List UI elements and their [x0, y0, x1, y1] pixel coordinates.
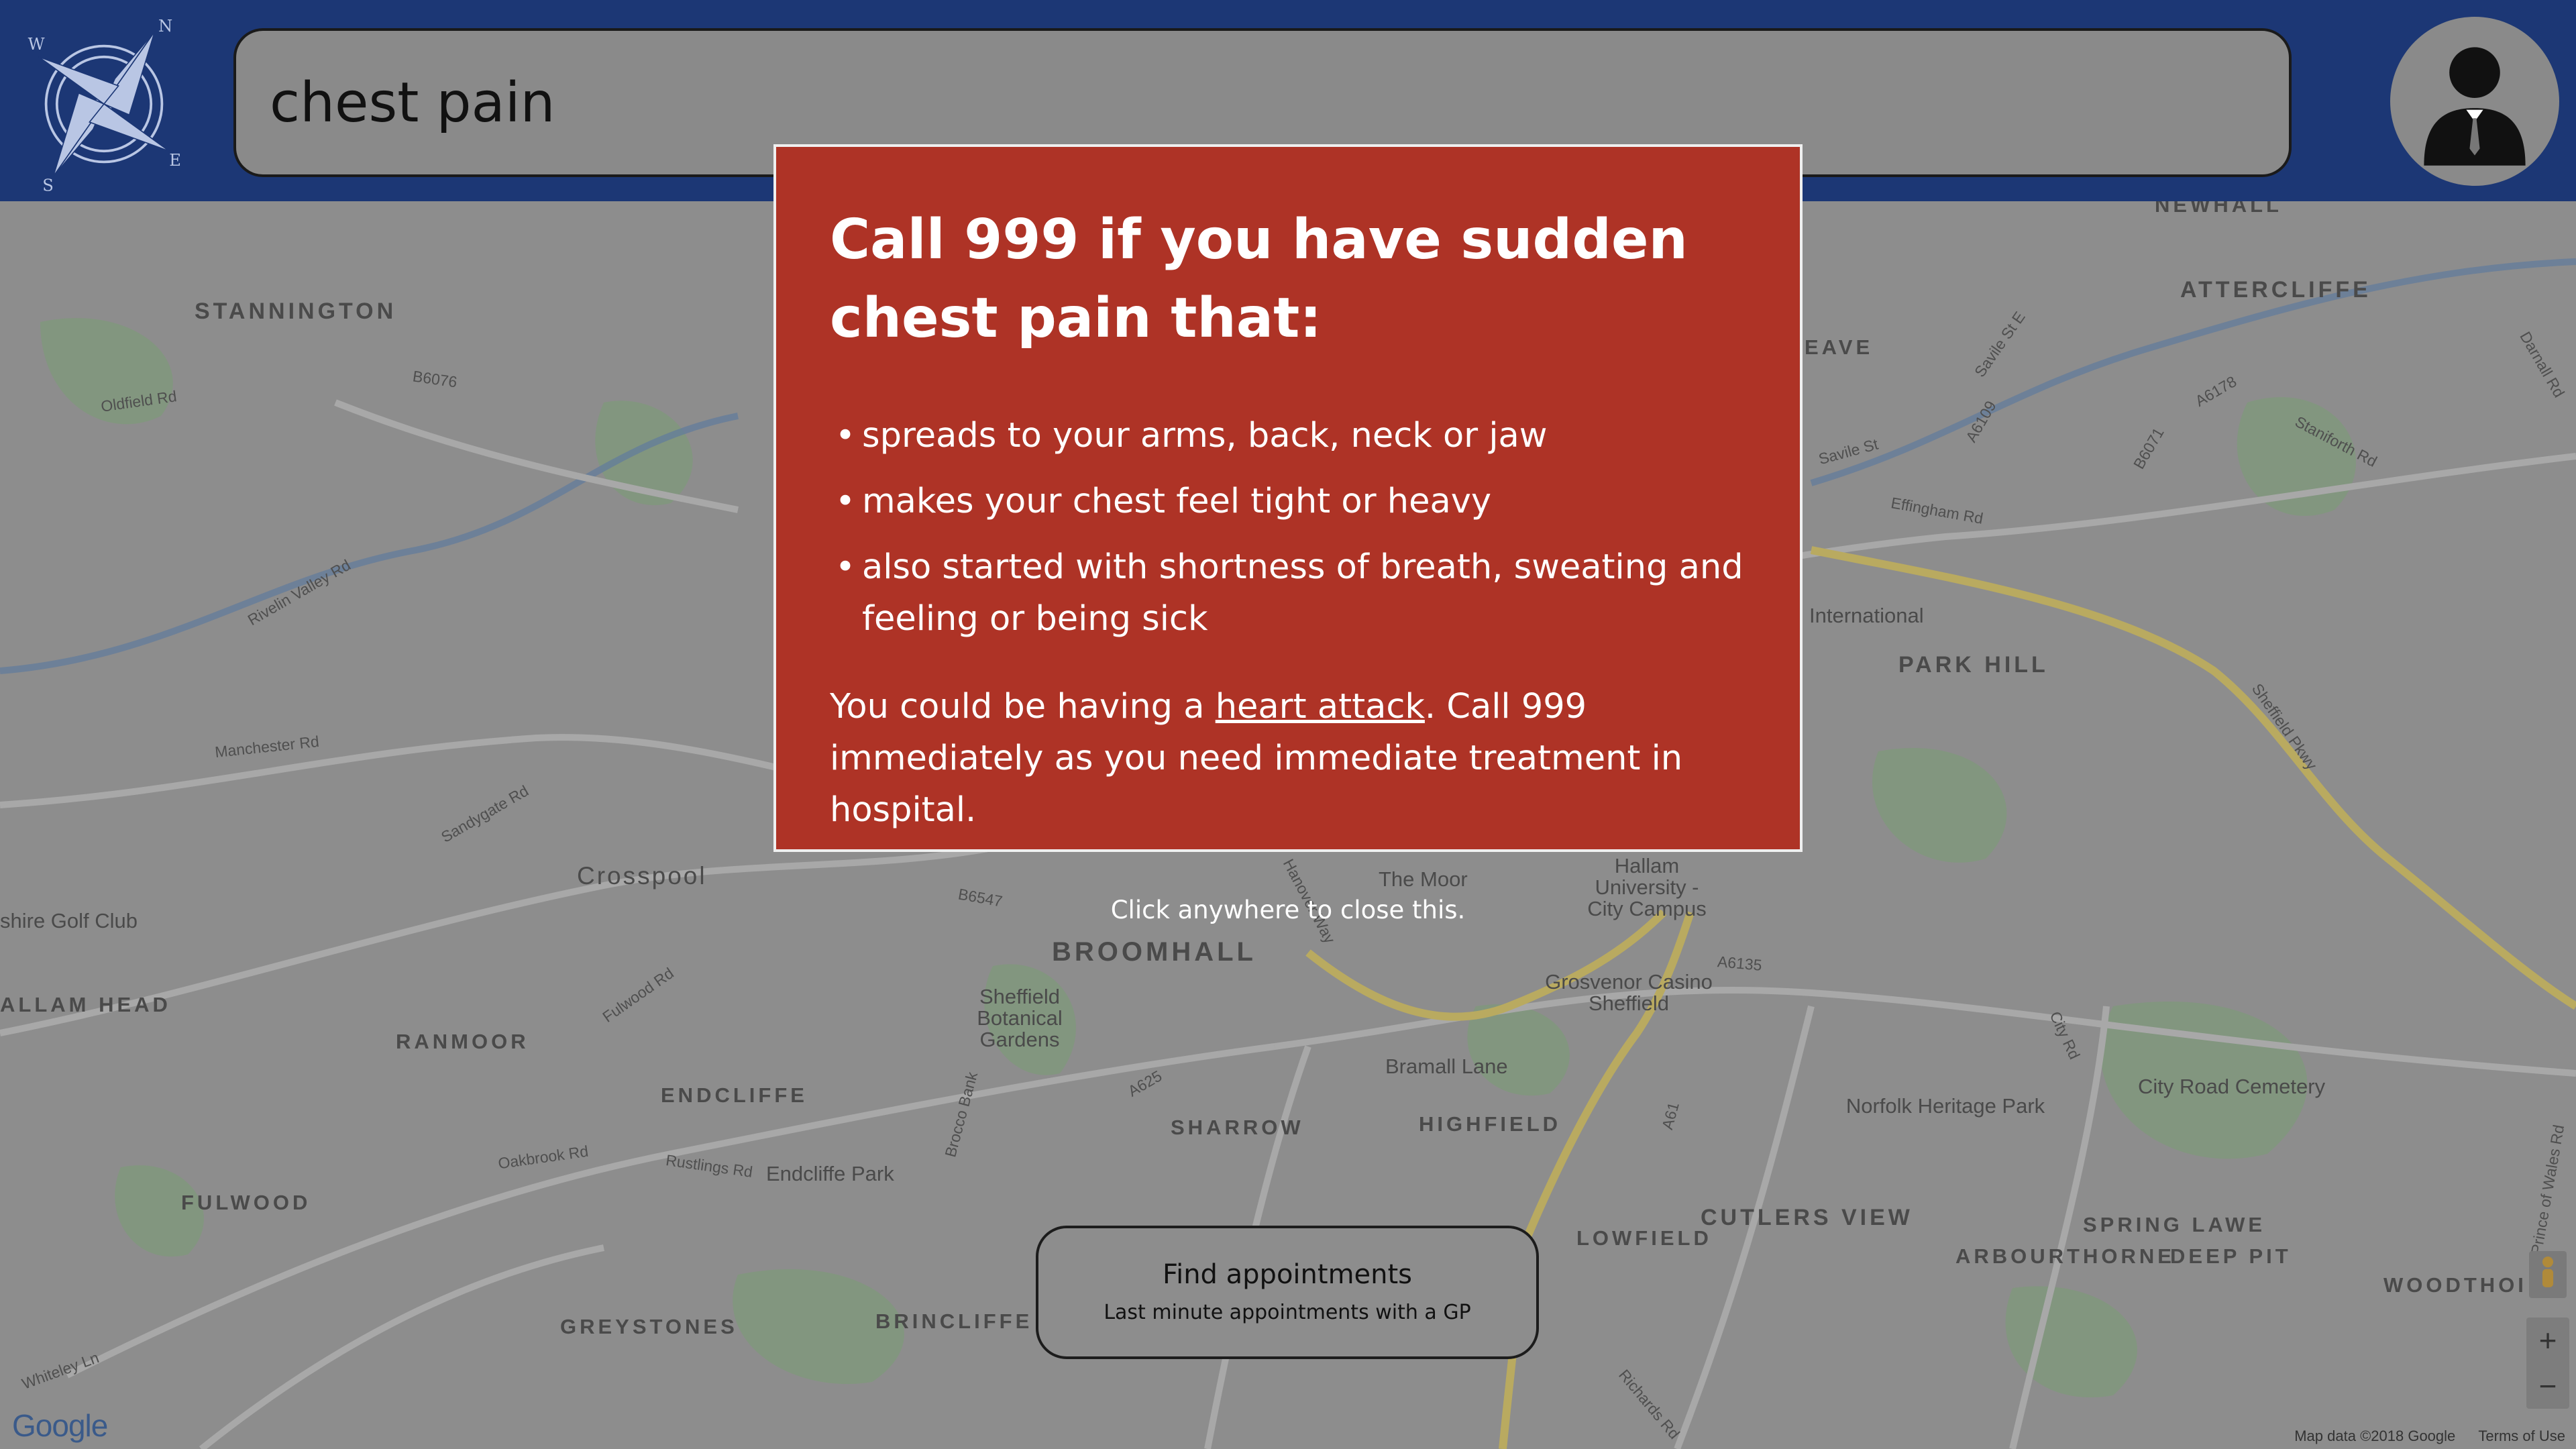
map-place-label: shire Golf Club — [0, 909, 138, 932]
map-area-label: SPRING LAWE — [2083, 1213, 2266, 1236]
map-place-label: Grosvenor Casino Sheffield — [1545, 970, 1713, 1015]
map-area-label: GREYSTONES — [560, 1315, 738, 1338]
map-place-label: Norfolk Heritage Park — [1845, 1094, 2045, 1118]
map-area-label: ATTERCLIFFE — [2180, 277, 2371, 303]
svg-text:W: W — [28, 34, 45, 54]
compass-logo-icon[interactable]: W N E S — [13, 13, 195, 195]
terms-of-use-link[interactable]: Terms of Use — [2478, 1428, 2565, 1444]
map-area-label: SHARROW — [1171, 1116, 1304, 1139]
map-place-label: City Road Cemetery — [2138, 1075, 2326, 1098]
close-hint: Click anywhere to close this. — [1110, 896, 1466, 924]
find-appointments-title: Find appointments — [1162, 1259, 1413, 1290]
map-area-label: ARBOURTHORNE — [1955, 1244, 2175, 1268]
map-area-label: PARK HILL — [1898, 652, 2049, 678]
map-area-label: BROOMHALL — [1052, 937, 1256, 967]
map-area-label: FULWOOD — [181, 1191, 311, 1214]
svg-text:E: E — [169, 150, 181, 170]
map-road-label: A6135 — [1717, 953, 1763, 974]
svg-text:S: S — [42, 176, 54, 195]
find-appointments-subtitle: Last minute appointments with a GP — [1104, 1301, 1471, 1324]
map-area-label: WOODTHOI — [2383, 1273, 2527, 1297]
alert-symptom-item: spreads to your arms, back, neck or jaw — [830, 410, 1746, 462]
map-area-label: Crosspool — [577, 862, 707, 890]
svg-text:N: N — [158, 16, 172, 36]
map-attribution: Map data ©2018 Google Terms of Use — [2275, 1428, 2565, 1445]
map-area-label: LOWFIELD — [1576, 1226, 1712, 1250]
map-place-label: International — [1809, 604, 1924, 627]
user-avatar-icon[interactable] — [2390, 17, 2559, 186]
alert-title: Call 999 if you have sudden chest pain t… — [830, 208, 1688, 350]
google-logo-text: Google — [12, 1408, 108, 1443]
alert-symptom-list: spreads to your arms, back, neck or jaw … — [830, 410, 1746, 645]
map-place-label: Bramall Lane — [1385, 1055, 1508, 1078]
map-area-label: BRINCLIFFE — [875, 1309, 1033, 1333]
alert-advice-text: You could be having a — [830, 687, 1216, 727]
zoom-out-button[interactable]: − — [2526, 1363, 2569, 1409]
map-place-label: The Moor — [1379, 867, 1468, 891]
alert-advice: You could be having a heart attack. Call… — [830, 681, 1746, 836]
map-data-credit: Map data ©2018 Google — [2294, 1428, 2456, 1444]
map-area-label: ENDCLIFFE — [661, 1083, 808, 1107]
alert-symptom-item: also started with shortness of breath, s… — [830, 541, 1746, 645]
alert-symptom-item: makes your chest feel tight or heavy — [830, 476, 1746, 527]
google-logo: Google — [12, 1407, 108, 1444]
find-appointments-button[interactable]: Find appointments Last minute appointmen… — [1036, 1226, 1539, 1359]
map-place-label: Sheffield Botanical Gardens — [977, 985, 1063, 1051]
zoom-in-button[interactable]: + — [2526, 1318, 2569, 1363]
map-area-label: NEWHALL — [2155, 201, 2282, 217]
zoom-control[interactable]: + − — [2526, 1318, 2569, 1409]
map-area-label: EAVE — [1805, 335, 1874, 359]
emergency-alert-dialog[interactable]: Call 999 if you have sudden chest pain t… — [773, 144, 1803, 852]
map-area-label: RANMOOR — [396, 1030, 529, 1053]
map-area-label: HIGHFIELD — [1419, 1112, 1562, 1136]
map-area-label: ALLAM HEAD — [0, 993, 171, 1016]
map-area-label: DEEP PIT — [2170, 1244, 2292, 1268]
map-place-label: Endcliffe Park — [766, 1162, 894, 1185]
map-area-label: CUTLERS VIEW — [1701, 1205, 1913, 1230]
heart-attack-link[interactable]: heart attack — [1216, 687, 1425, 727]
street-view-pegman-icon[interactable] — [2529, 1251, 2567, 1298]
map-area-label: STANNINGTON — [195, 299, 397, 324]
